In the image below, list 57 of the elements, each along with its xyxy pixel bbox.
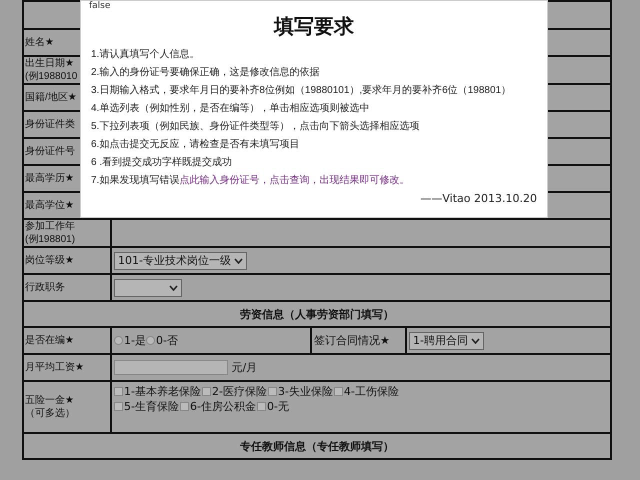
radio-label: 0-否 bbox=[156, 333, 178, 348]
instruction-text: 2.输入的身份证号要确保正确，这是修改信息的依据 bbox=[91, 66, 320, 80]
dropdown[interactable]: 101-专业技术岗位一级 bbox=[114, 252, 247, 270]
field-label: 月平均工资★ bbox=[25, 361, 84, 374]
field-label: 五险一金★ bbox=[25, 394, 74, 407]
instruction-text: 1.请认真填写个人信息。 bbox=[91, 48, 200, 62]
checkbox[interactable] bbox=[268, 387, 277, 396]
checkbox-label: 5-生育保险 bbox=[124, 399, 179, 414]
dialog-title: 填写要求 bbox=[272, 13, 355, 40]
checkbox-label: 0-无 bbox=[266, 399, 289, 414]
signature-text: ——Vitao 2013.10.20 bbox=[419, 192, 537, 205]
field-label: 参加工作年 bbox=[25, 220, 75, 233]
checkbox[interactable] bbox=[256, 402, 266, 411]
checkbox[interactable] bbox=[114, 402, 123, 411]
radio-button[interactable] bbox=[114, 336, 123, 345]
checkbox-label: 1-基本养老保险 bbox=[124, 384, 201, 399]
checkbox[interactable] bbox=[114, 387, 123, 396]
field-label: (例198801) bbox=[25, 233, 76, 246]
caret-icon bbox=[169, 284, 178, 290]
section-heading: 劳资信息（人事劳资部门填写） bbox=[23, 301, 611, 327]
field-label: （可多选） bbox=[25, 407, 75, 420]
radio-label: 1-是 bbox=[124, 333, 146, 348]
status-text: false bbox=[89, 1, 110, 11]
field-label: 出生日期★ bbox=[25, 57, 74, 70]
instruction-text: 4.单选列表（例如性别，是否在编等），单击相应选项则被选中 bbox=[91, 102, 370, 116]
field-label: 国籍/地区★ bbox=[25, 91, 77, 104]
checkbox-label: 3-失业保险 bbox=[278, 384, 333, 399]
field-label: 姓名★ bbox=[25, 36, 54, 49]
query-link[interactable]: 点此输入身份证号，点击查询，出现结果即可修改。 bbox=[179, 175, 410, 186]
instruction-text: 3.日期输入格式，要求年月日的要补齐8位例如（19880101）,要求年月的要补齐6位（198801） bbox=[91, 84, 512, 98]
field-label: 是否在编★ bbox=[25, 334, 74, 347]
instruction-text: 6 .看到提交成功字样既提交成功 bbox=[91, 156, 232, 170]
field-label: 行政职务 bbox=[25, 281, 65, 294]
field-label: 岗位等级★ bbox=[25, 254, 74, 267]
unit-label: 元/月 bbox=[232, 360, 258, 374]
input-field[interactable] bbox=[114, 360, 228, 376]
dropdown[interactable]: 1-聘用合同 bbox=[409, 332, 484, 350]
field-label: 身份证件类 bbox=[25, 118, 75, 131]
section-heading: 专任教师信息（专任教师填写） bbox=[23, 433, 611, 459]
caret-icon bbox=[234, 258, 243, 264]
checkbox[interactable] bbox=[202, 387, 211, 396]
checkbox[interactable] bbox=[180, 402, 189, 411]
checkbox-label: 2-医疗保险 bbox=[212, 384, 267, 399]
field-label: 身份证件号 bbox=[25, 145, 75, 158]
checkbox-label: 6-住房公积金 bbox=[190, 399, 256, 414]
radio-button[interactable] bbox=[146, 336, 155, 345]
instruction-text: 5.下拉列表项（例如民族、身份证件类型等），点击向下箭头选择相应选项 bbox=[91, 120, 420, 134]
field-label: 签订合同情况★ bbox=[314, 334, 390, 347]
field-label: (例1988010 bbox=[25, 70, 78, 83]
checkbox[interactable] bbox=[334, 387, 343, 396]
instruction-text: 7.如果发现填写错误点此输入身份证号，点击查询，出现结果即可修改。 bbox=[91, 174, 410, 188]
field-label: 最高学位★ bbox=[25, 199, 74, 212]
dropdown[interactable] bbox=[114, 278, 182, 296]
caret-icon bbox=[470, 338, 480, 344]
instruction-text: 6.如点击提交无反应，请检查是否有未填写项目 bbox=[91, 138, 300, 152]
field-label: 最高学历★ bbox=[25, 172, 74, 185]
checkbox-label: 4-工伤保险 bbox=[344, 384, 399, 399]
